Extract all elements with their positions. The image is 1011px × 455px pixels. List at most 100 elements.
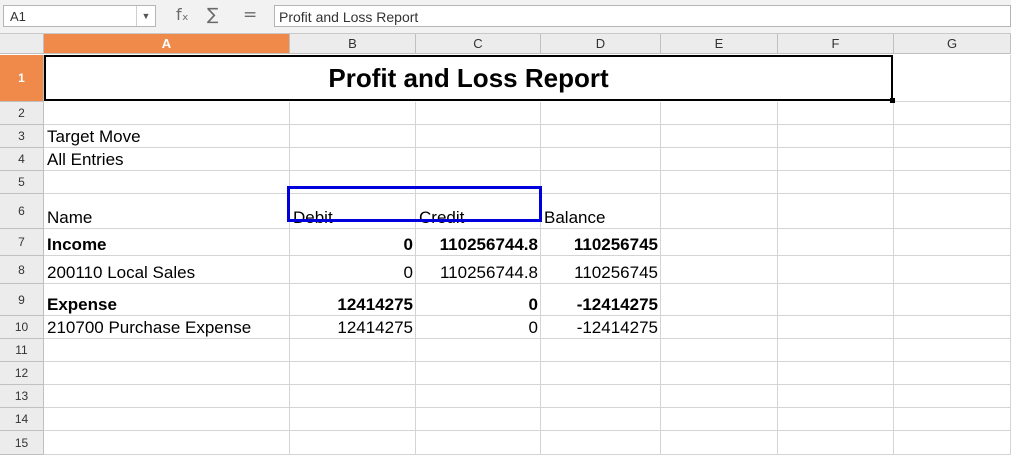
- row-header-10[interactable]: 10: [0, 316, 44, 339]
- cell[interactable]: [661, 362, 778, 385]
- row-header-14[interactable]: 14: [0, 408, 44, 431]
- cell[interactable]: [778, 229, 894, 256]
- column-header-b[interactable]: B: [290, 34, 416, 54]
- cell[interactable]: [290, 102, 416, 125]
- cell[interactable]: [778, 339, 894, 362]
- cell[interactable]: [778, 385, 894, 408]
- cell[interactable]: [661, 194, 778, 229]
- cell[interactable]: [416, 431, 541, 455]
- cell[interactable]: [416, 171, 541, 194]
- cell[interactable]: [290, 431, 416, 455]
- cell[interactable]: [44, 362, 290, 385]
- line-credit[interactable]: 110256744.8: [416, 229, 541, 256]
- cell[interactable]: [778, 102, 894, 125]
- cell[interactable]: [894, 229, 1011, 256]
- cell[interactable]: [290, 339, 416, 362]
- select-all-corner[interactable]: [0, 34, 44, 54]
- row-header-3[interactable]: 3: [0, 125, 44, 148]
- line-credit[interactable]: 0: [416, 284, 541, 316]
- row-header-8[interactable]: 8: [0, 256, 44, 284]
- formula-input[interactable]: Profit and Loss Report: [274, 5, 1011, 27]
- target-move-value[interactable]: All Entries: [44, 148, 290, 171]
- cell[interactable]: [661, 148, 778, 171]
- line-balance[interactable]: -12414275: [541, 284, 661, 316]
- cell[interactable]: [778, 362, 894, 385]
- cell[interactable]: [416, 408, 541, 431]
- cell[interactable]: [661, 256, 778, 284]
- line-name[interactable]: Expense: [44, 284, 290, 316]
- header-name[interactable]: Name: [44, 194, 290, 229]
- line-balance[interactable]: -12414275: [541, 316, 661, 339]
- cell[interactable]: [894, 194, 1011, 229]
- cell[interactable]: [290, 385, 416, 408]
- cell[interactable]: [661, 431, 778, 455]
- cell[interactable]: [778, 256, 894, 284]
- cell[interactable]: [44, 408, 290, 431]
- cell[interactable]: [661, 229, 778, 256]
- cell[interactable]: [44, 171, 290, 194]
- cell[interactable]: [894, 339, 1011, 362]
- column-header-g[interactable]: G: [894, 34, 1011, 54]
- column-header-f[interactable]: F: [778, 34, 894, 54]
- row-header-12[interactable]: 12: [0, 362, 44, 385]
- cell[interactable]: [541, 125, 661, 148]
- row-header-15[interactable]: 15: [0, 431, 44, 455]
- cell[interactable]: [661, 385, 778, 408]
- cell[interactable]: [778, 148, 894, 171]
- cell[interactable]: [44, 102, 290, 125]
- cell[interactable]: [661, 102, 778, 125]
- cell[interactable]: [541, 385, 661, 408]
- row-header-1[interactable]: 1: [0, 55, 44, 102]
- cell[interactable]: [44, 339, 290, 362]
- cell[interactable]: [44, 385, 290, 408]
- cell[interactable]: [894, 171, 1011, 194]
- cell[interactable]: [416, 362, 541, 385]
- row-header-9[interactable]: 9: [0, 284, 44, 316]
- line-credit[interactable]: 0: [416, 316, 541, 339]
- cell[interactable]: [894, 125, 1011, 148]
- row-header-7[interactable]: 7: [0, 229, 44, 256]
- cell[interactable]: [778, 171, 894, 194]
- cell[interactable]: [541, 102, 661, 125]
- column-header-e[interactable]: E: [661, 34, 778, 54]
- cell[interactable]: [541, 339, 661, 362]
- spreadsheet-grid[interactable]: A B C D E F G 1 2 3 4 5 6 7 8 9 10 11 12 13 14 15 Profit and L…: [0, 34, 1011, 455]
- header-debit[interactable]: Debit: [290, 194, 416, 229]
- cell[interactable]: [416, 148, 541, 171]
- cell[interactable]: [778, 284, 894, 316]
- row-header-6[interactable]: 6: [0, 194, 44, 229]
- header-balance[interactable]: Balance: [541, 194, 661, 229]
- cell[interactable]: [661, 339, 778, 362]
- cell[interactable]: [894, 362, 1011, 385]
- line-debit[interactable]: 0: [290, 256, 416, 284]
- line-name[interactable]: 210700 Purchase Expense: [44, 316, 290, 339]
- cell[interactable]: [894, 256, 1011, 284]
- function-wizard-icon[interactable]: fₓ: [176, 5, 189, 24]
- cell[interactable]: [541, 408, 661, 431]
- header-credit[interactable]: Credit: [416, 194, 541, 229]
- cell[interactable]: [290, 408, 416, 431]
- cell[interactable]: [894, 431, 1011, 455]
- sum-icon[interactable]: ∑: [207, 5, 218, 25]
- cell[interactable]: [290, 125, 416, 148]
- row-header-4[interactable]: 4: [0, 148, 44, 171]
- line-balance[interactable]: 110256745: [541, 256, 661, 284]
- cell[interactable]: [894, 148, 1011, 171]
- line-debit[interactable]: 12414275: [290, 284, 416, 316]
- line-name[interactable]: 200110 Local Sales: [44, 256, 290, 284]
- cell[interactable]: [894, 316, 1011, 339]
- line-balance[interactable]: 110256745: [541, 229, 661, 256]
- cell[interactable]: [894, 284, 1011, 316]
- cell[interactable]: [290, 148, 416, 171]
- cell[interactable]: [661, 171, 778, 194]
- cell[interactable]: [894, 408, 1011, 431]
- cell[interactable]: [661, 125, 778, 148]
- cell[interactable]: [416, 339, 541, 362]
- chevron-down-icon[interactable]: ▼: [136, 6, 155, 26]
- cell[interactable]: [541, 148, 661, 171]
- row-header-2[interactable]: 2: [0, 102, 44, 125]
- column-header-a[interactable]: A: [44, 34, 290, 54]
- cell[interactable]: [778, 408, 894, 431]
- row-header-5[interactable]: 5: [0, 171, 44, 194]
- cell[interactable]: [290, 171, 416, 194]
